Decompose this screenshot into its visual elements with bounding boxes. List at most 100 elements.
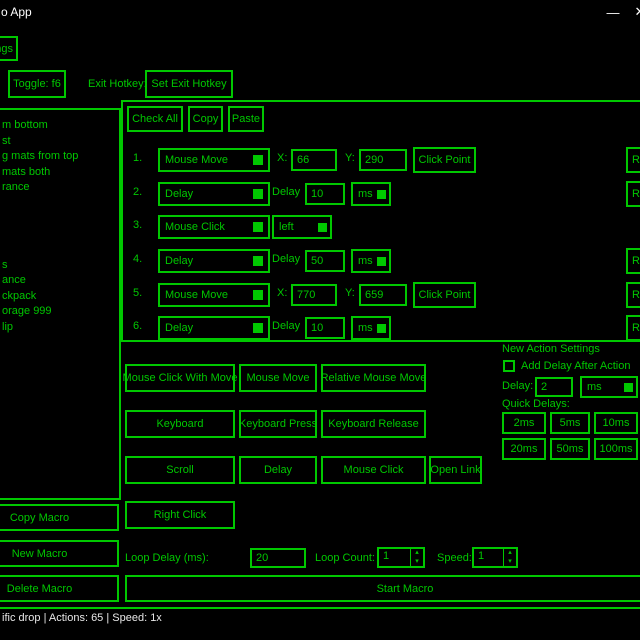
quick-delay-2ms-button[interactable]: 2ms [502, 412, 546, 434]
delay-button[interactable]: Delay [239, 456, 317, 484]
minimize-button[interactable]: — [602, 2, 624, 22]
mouse-move-button[interactable]: Mouse Move [239, 364, 317, 392]
new-macro-button[interactable]: New Macro [0, 540, 119, 567]
speed-spinner[interactable]: 1 ▴ ▾ [472, 547, 518, 568]
right-click-button[interactable]: Right Click [125, 501, 235, 529]
spinner-up-icon[interactable]: ▴ [411, 549, 423, 558]
action-type-dropdown[interactable]: Mouse Move [158, 148, 270, 172]
action-type-dropdown[interactable]: Mouse Click [158, 215, 270, 239]
macro-list-item[interactable]: st [2, 134, 116, 150]
x-label: X: [277, 152, 287, 164]
quick-delay-label: 5ms [560, 417, 581, 429]
macro-list-item[interactable]: lip [2, 320, 116, 336]
y-input[interactable] [359, 149, 407, 171]
remove-action-button[interactable]: Remove [626, 147, 640, 173]
check-all-button[interactable]: Check All [127, 106, 183, 132]
delay-input[interactable] [305, 250, 345, 272]
new-action-delay-input[interactable] [535, 377, 573, 397]
window-titlebar: o App — ✕ [0, 0, 640, 25]
quick-delay-5ms-button[interactable]: 5ms [550, 412, 590, 434]
macro-list-item[interactable]: rance [2, 180, 116, 196]
close-button[interactable]: ✕ [629, 2, 640, 22]
dropdown-indicator-icon [624, 383, 633, 392]
macro-list-gap [2, 196, 116, 258]
click-point-label: Click Point [419, 289, 471, 301]
remove-label: Remove [632, 322, 640, 334]
action-type-dropdown[interactable]: Delay [158, 182, 270, 206]
keyboard-press-button[interactable]: Keyboard Press [239, 410, 317, 438]
macro-list-item[interactable]: m bottom [2, 118, 116, 134]
x-input[interactable] [291, 149, 337, 171]
remove-label: Remove [632, 188, 640, 200]
loop-delay-input[interactable] [250, 548, 306, 568]
scroll-button[interactable]: Scroll [125, 456, 235, 484]
open-link-button[interactable]: Open Link [429, 456, 482, 484]
click-point-button[interactable]: Click Point [413, 147, 476, 173]
start-macro-label: Start Macro [377, 583, 434, 595]
mouse-click-with-move-button[interactable]: Mouse Click With Move [125, 364, 235, 392]
keyboard-release-label: Keyboard Release [328, 418, 419, 430]
app-window: o App — ✕ ngs Toggle: f6 Exit Hotkey: Se… [0, 0, 640, 640]
spinner-down-icon[interactable]: ▾ [504, 558, 516, 567]
click-point-button[interactable]: Click Point [413, 282, 476, 308]
delete-macro-button[interactable]: Delete Macro [0, 575, 119, 602]
spinner-down-icon[interactable]: ▾ [411, 558, 423, 567]
macro-list-item[interactable]: g mats from top [2, 149, 116, 165]
macro-list-item[interactable]: ckpack [2, 289, 116, 305]
x-input[interactable] [291, 284, 337, 306]
keyboard-button[interactable]: Keyboard [125, 410, 235, 438]
action-number: 6. [133, 320, 142, 332]
toggle-hotkey-button[interactable]: Toggle: f6 [8, 70, 66, 98]
macro-list-item[interactable]: ance [2, 273, 116, 289]
unit-dropdown[interactable]: ms [351, 182, 391, 206]
status-bar-divider [0, 607, 640, 609]
spinner-up-icon[interactable]: ▴ [504, 549, 516, 558]
dropdown-indicator-icon [377, 190, 386, 199]
action-type-dropdown[interactable]: Delay [158, 316, 270, 340]
quick-delay-100ms-button[interactable]: 100ms [594, 438, 638, 460]
add-delay-checkbox[interactable] [503, 360, 515, 372]
copy-button[interactable]: Copy [188, 106, 223, 132]
relative-mouse-move-button[interactable]: Relative Mouse Move [321, 364, 426, 392]
macro-list-item[interactable]: s [2, 258, 116, 274]
action-type-dropdown[interactable]: Delay [158, 249, 270, 273]
remove-action-button[interactable]: Remove [626, 181, 640, 207]
right-click-label: Right Click [154, 509, 207, 521]
macro-list-item[interactable]: orage 999 [2, 304, 116, 320]
paste-button[interactable]: Paste [228, 106, 264, 132]
mouse-click-label: Mouse Click [344, 464, 404, 476]
status-text: ific drop | Actions: 65 | Speed: 1x [2, 612, 162, 624]
y-input[interactable] [359, 284, 407, 306]
delay-input[interactable] [305, 317, 345, 339]
unit-dropdown[interactable]: ms [351, 316, 391, 340]
loop-count-spinner[interactable]: 1 ▴ ▾ [377, 547, 425, 568]
macro-list-item[interactable]: mats both [2, 165, 116, 181]
action-type-value: Mouse Click [160, 221, 253, 233]
action-number: 5. [133, 287, 142, 299]
new-action-delay-unit-dropdown[interactable]: ms [580, 376, 638, 398]
mouse-button-dropdown[interactable]: left [272, 215, 332, 239]
remove-action-button[interactable]: Remove [626, 282, 640, 308]
action-type-dropdown[interactable]: Mouse Move [158, 283, 270, 307]
y-label: Y: [345, 287, 355, 299]
start-macro-button[interactable]: Start Macro [125, 575, 640, 602]
delay-label: Delay [272, 320, 300, 332]
mouse-click-button[interactable]: Mouse Click [321, 456, 426, 484]
remove-action-button[interactable]: Remove [626, 248, 640, 274]
quick-delay-20ms-button[interactable]: 20ms [502, 438, 546, 460]
tab-settings[interactable]: ngs [0, 36, 18, 61]
keyboard-release-button[interactable]: Keyboard Release [321, 410, 426, 438]
keyboard-label: Keyboard [156, 418, 203, 430]
unit-dropdown[interactable]: ms [351, 249, 391, 273]
remove-action-button[interactable]: Remove [626, 315, 640, 341]
speed-label: Speed: [437, 552, 472, 564]
unit-value: ms [353, 188, 377, 200]
copy-macro-button[interactable]: Copy Macro [0, 504, 119, 531]
delay-input[interactable] [305, 183, 345, 205]
quick-delay-50ms-button[interactable]: 50ms [550, 438, 590, 460]
remove-label: Remove [632, 289, 640, 301]
y-label: Y: [345, 152, 355, 164]
quick-delay-10ms-button[interactable]: 10ms [594, 412, 638, 434]
set-exit-hotkey-button[interactable]: Set Exit Hotkey [145, 70, 233, 98]
new-action-delay-unit-value: ms [582, 381, 624, 393]
